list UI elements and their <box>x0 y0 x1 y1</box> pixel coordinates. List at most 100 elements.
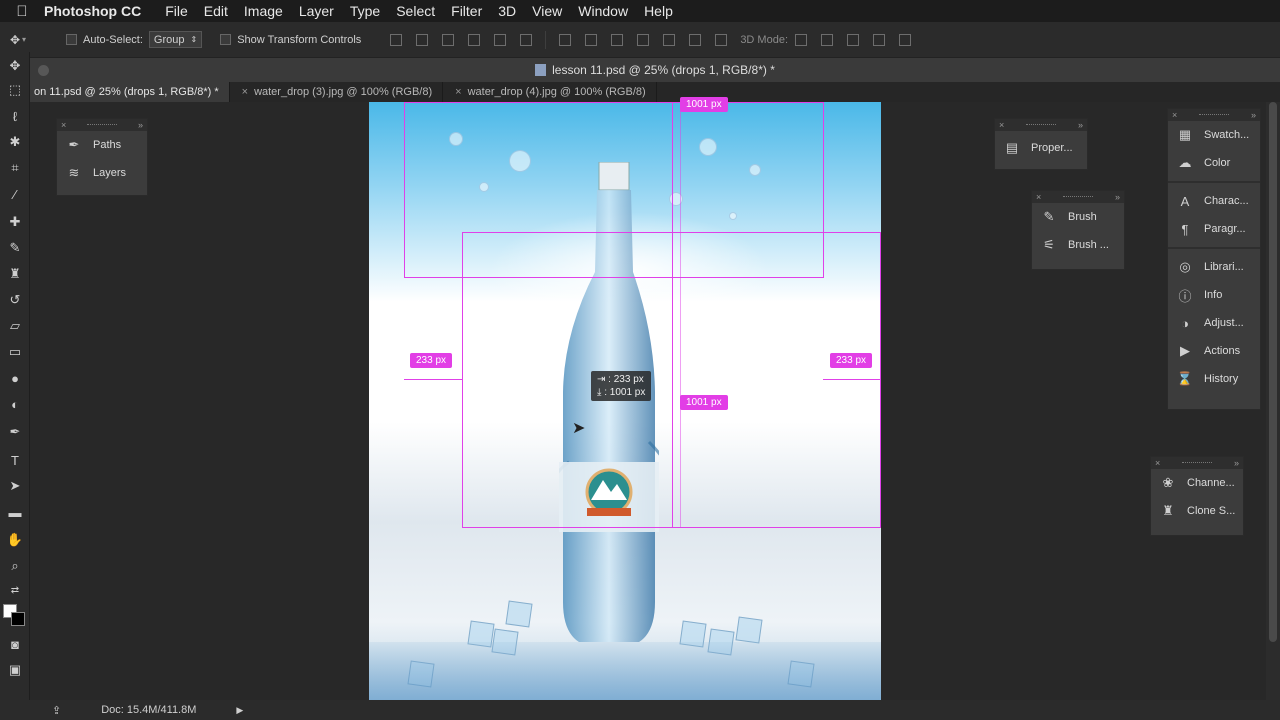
distribute-top-icon[interactable] <box>559 33 572 46</box>
panel-item-history[interactable]: ⌛ History <box>1168 365 1260 393</box>
align-vcenter-icon[interactable] <box>416 33 429 46</box>
close-icon[interactable]: × <box>1036 192 1041 202</box>
menu-file[interactable]: File <box>157 3 196 19</box>
window-close-dot[interactable] <box>38 65 49 76</box>
app-name[interactable]: Photoshop CC <box>44 3 141 19</box>
expand-icon[interactable]: » <box>1115 192 1120 202</box>
history-brush-tool-icon[interactable]: ↺ <box>5 290 25 310</box>
panel-item-properties[interactable]: ▤ Proper... <box>995 131 1087 165</box>
panel-header[interactable]: ×» <box>1032 191 1124 203</box>
share-icon[interactable]: ⇪ <box>52 704 61 717</box>
panel-item-libraries[interactable]: ◎ Librari... <box>1168 253 1260 281</box>
tab-lesson-11[interactable]: on 11.psd @ 25% (drops 1, RGB/8*) * <box>30 82 230 102</box>
distribute-hcenter-icon[interactable] <box>663 33 676 46</box>
close-icon[interactable]: × <box>61 120 66 130</box>
distribute-left-icon[interactable] <box>637 33 650 46</box>
menu-select[interactable]: Select <box>388 3 443 19</box>
3d-rotate-icon[interactable] <box>795 33 808 46</box>
distribute-vcenter-icon[interactable] <box>585 33 598 46</box>
menu-edit[interactable]: Edit <box>196 3 236 19</box>
quick-select-tool-icon[interactable]: ✱ <box>5 132 25 152</box>
panel-item-color[interactable]: ☁ Color <box>1168 149 1260 177</box>
panel-item-layers[interactable]: ≋ Layers <box>57 159 147 187</box>
blur-tool-icon[interactable]: ● <box>5 368 25 388</box>
align-right-icon[interactable] <box>520 33 533 46</box>
3d-slide-icon[interactable] <box>873 33 886 46</box>
auto-select-checkbox[interactable] <box>66 34 77 45</box>
healing-brush-tool-icon[interactable]: ✚ <box>5 212 25 232</box>
align-hcenter-icon[interactable] <box>494 33 507 46</box>
pen-tool-icon[interactable]: ✒ <box>5 422 25 442</box>
panel-item-character[interactable]: A Charac... <box>1168 187 1260 215</box>
menu-image[interactable]: Image <box>236 3 291 19</box>
path-selection-tool-icon[interactable]: ➤ <box>5 476 25 496</box>
quick-mask-icon[interactable]: ◙ <box>5 634 25 654</box>
marquee-tool-icon[interactable]: ⬚ <box>5 80 25 100</box>
close-icon[interactable]: × <box>242 86 248 98</box>
panel-item-adjustments[interactable]: ◑ Adjust... <box>1168 309 1260 337</box>
type-tool-icon[interactable]: T <box>5 450 25 470</box>
rectangle-tool-icon[interactable]: ▬ <box>5 502 25 522</box>
close-icon[interactable]: × <box>455 86 461 98</box>
menu-window[interactable]: Window <box>570 3 636 19</box>
lasso-tool-icon[interactable]: ℓ <box>5 106 25 126</box>
menu-layer[interactable]: Layer <box>291 3 342 19</box>
panel-header[interactable]: ×» <box>1168 109 1260 121</box>
menu-view[interactable]: View <box>524 3 570 19</box>
swap-colors-icon[interactable]: ⇄ <box>5 580 25 600</box>
vertical-scrollbar[interactable] <box>1266 102 1280 700</box>
move-tool-icon[interactable]: ✥ <box>5 56 25 76</box>
tab-water-drop-4[interactable]: × water_drop (4).jpg @ 100% (RGB/8) <box>443 82 657 102</box>
panel-item-actions[interactable]: ▶ Actions <box>1168 337 1260 365</box>
status-menu-arrow-icon[interactable]: ▶ <box>236 705 243 716</box>
eyedropper-tool-icon[interactable]: ⁄ <box>5 184 25 204</box>
close-icon[interactable]: × <box>1155 458 1160 468</box>
gradient-tool-icon[interactable]: ▭ <box>5 342 25 362</box>
menu-type[interactable]: Type <box>342 3 388 19</box>
3d-pan-icon[interactable] <box>847 33 860 46</box>
screen-mode-icon[interactable]: ▣ <box>5 660 25 680</box>
expand-icon[interactable]: » <box>1251 110 1256 120</box>
panel-item-paths[interactable]: ✒ Paths <box>57 131 147 159</box>
dodge-tool-icon[interactable]: ◐ <box>5 394 25 414</box>
distribute-right-icon[interactable] <box>689 33 702 46</box>
eraser-tool-icon[interactable]: ▱ <box>5 316 25 336</box>
show-transform-checkbox[interactable] <box>220 34 232 45</box>
align-bottom-icon[interactable] <box>442 33 455 46</box>
expand-icon[interactable]: » <box>138 120 143 130</box>
crop-tool-icon[interactable]: ⌗ <box>5 158 25 178</box>
panel-item-channels[interactable]: ❀ Channe... <box>1151 469 1243 497</box>
panel-item-info[interactable]: ⓘ Info <box>1168 281 1260 309</box>
brush-tool-icon[interactable]: ✎ <box>5 238 25 258</box>
expand-icon[interactable]: » <box>1234 458 1239 468</box>
clone-stamp-tool-icon[interactable]: ♜ <box>5 264 25 284</box>
auto-align-icon[interactable] <box>715 33 728 46</box>
3d-scale-icon[interactable] <box>899 33 912 46</box>
zoom-tool-icon[interactable]: ⌕ <box>5 556 25 576</box>
expand-icon[interactable]: » <box>1078 120 1083 130</box>
panel-header[interactable]: ×» <box>57 119 147 131</box>
3d-roll-icon[interactable] <box>821 33 834 46</box>
auto-select-dropdown[interactable]: Group ⇕ <box>148 31 203 48</box>
align-top-icon[interactable] <box>390 33 403 46</box>
menu-help[interactable]: Help <box>636 3 681 19</box>
tab-water-drop-3[interactable]: × water_drop (3).jpg @ 100% (RGB/8) <box>230 82 444 102</box>
panel-item-swatches[interactable]: ▦ Swatch... <box>1168 121 1260 149</box>
menu-3d[interactable]: 3D <box>490 3 524 19</box>
distribute-bottom-icon[interactable] <box>611 33 624 46</box>
align-left-icon[interactable] <box>468 33 481 46</box>
hand-tool-icon[interactable]: ✋ <box>5 530 25 550</box>
close-icon[interactable]: × <box>1172 110 1177 120</box>
background-color-swatch[interactable] <box>11 612 25 626</box>
panel-item-brush-presets[interactable]: ⚟ Brush ... <box>1032 231 1124 259</box>
panel-item-clone-source[interactable]: ♜ Clone S... <box>1151 497 1243 525</box>
scrollbar-thumb[interactable] <box>1269 102 1277 642</box>
panel-item-paragraph[interactable]: ¶ Paragr... <box>1168 215 1260 243</box>
panel-item-brush[interactable]: ✎ Brush <box>1032 203 1124 231</box>
menu-filter[interactable]: Filter <box>443 3 490 19</box>
close-icon[interactable]: × <box>999 120 1004 130</box>
tool-preset-picker[interactable]: ✥ ▾ <box>0 33 36 47</box>
apple-icon[interactable]:  <box>0 3 44 20</box>
panel-header[interactable]: ×» <box>1151 457 1243 469</box>
panel-header[interactable]: ×» <box>995 119 1087 131</box>
